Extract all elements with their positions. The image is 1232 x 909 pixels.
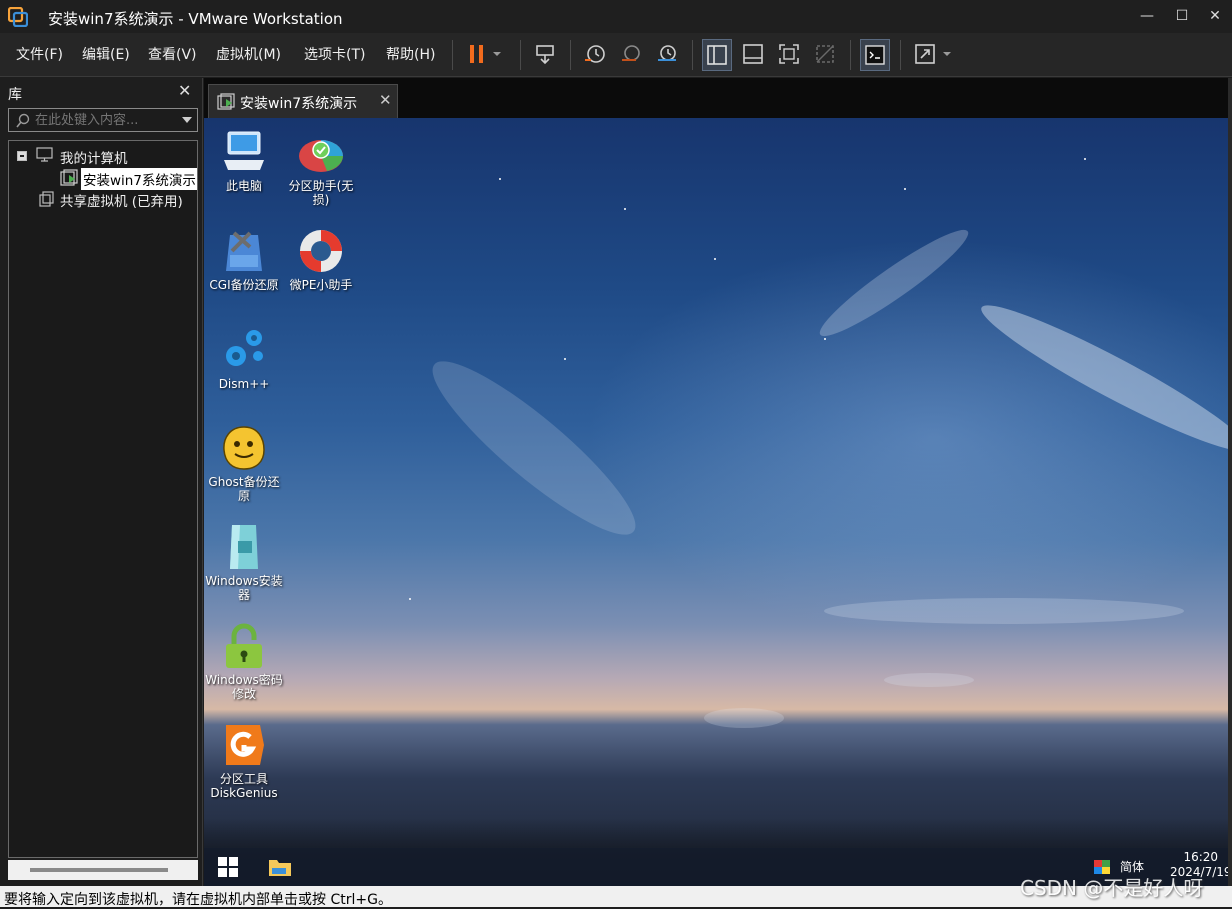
lock-icon bbox=[220, 622, 268, 670]
chevron-down-icon[interactable] bbox=[181, 115, 193, 125]
thumbnail-view-icon[interactable] bbox=[738, 39, 768, 71]
shared-vm-icon bbox=[39, 191, 54, 207]
toolbar-separator bbox=[850, 40, 851, 70]
library-scrollbar[interactable] bbox=[8, 860, 198, 880]
star bbox=[1084, 158, 1086, 160]
menu-view[interactable]: 查看(V) bbox=[148, 44, 197, 64]
library-tree: 我的计算机 安装win7系统演示 共享虚拟机 (已弃用) bbox=[8, 140, 198, 858]
tree-shared-vms[interactable]: 共享虚拟机 (已弃用) bbox=[60, 190, 183, 210]
desktop-icon-dism[interactable]: Dism++ bbox=[204, 326, 284, 391]
menu-vm[interactable]: 虚拟机(M) bbox=[216, 44, 281, 64]
star bbox=[904, 188, 906, 190]
star bbox=[564, 358, 566, 360]
diskgenius-icon bbox=[220, 721, 268, 769]
toolbar-separator bbox=[900, 40, 901, 70]
star bbox=[714, 258, 716, 260]
fullscreen-icon[interactable] bbox=[774, 39, 804, 71]
menu-file[interactable]: 文件(F) bbox=[16, 44, 63, 64]
toolbar-separator bbox=[452, 40, 453, 70]
desktop-icon-windows-installer[interactable]: Windows安装器 bbox=[204, 523, 284, 602]
toolbar-separator bbox=[570, 40, 571, 70]
menu-toolbar: 文件(F) 编辑(E) 查看(V) 虚拟机(M) 选项卡(T) 帮助(H) bbox=[0, 33, 1232, 77]
star bbox=[624, 208, 626, 210]
computer-icon bbox=[220, 128, 268, 176]
sky-glow bbox=[584, 238, 1228, 638]
installer-box-icon bbox=[220, 523, 268, 571]
tree-my-computer[interactable]: 我的计算机 bbox=[60, 147, 128, 167]
search-icon bbox=[16, 113, 30, 128]
menu-tabs[interactable]: 选项卡(T) bbox=[304, 44, 365, 64]
file-explorer-button[interactable] bbox=[268, 856, 292, 882]
snapshot-take-icon[interactable] bbox=[580, 39, 610, 71]
lifebuoy-icon bbox=[297, 227, 345, 275]
desktop-icon-windows-password[interactable]: Windows密码修改 bbox=[204, 622, 284, 701]
tab-close-button[interactable]: ✕ bbox=[379, 91, 392, 109]
vm-icon bbox=[217, 93, 235, 110]
desktop-icon-partition-assistant[interactable]: 分区助手(无损) bbox=[281, 128, 361, 207]
computer-icon bbox=[36, 147, 53, 162]
guest-screen[interactable]: 此电脑 分区助手(无损) CGI备份还原 微PE小助手 Dism++ Ghost… bbox=[204, 118, 1228, 886]
library-panel: 库 ✕ 我的计算机 安装win7系统演示 共享虚拟机 (已弃用) bbox=[0, 78, 203, 886]
star bbox=[824, 338, 826, 340]
cloud bbox=[884, 673, 974, 687]
snapshot-manager-icon[interactable] bbox=[652, 39, 682, 71]
tab-label: 安装win7系统演示 bbox=[240, 96, 358, 112]
dropdown-icon[interactable] bbox=[488, 39, 506, 71]
clock-time: 16:20 bbox=[1183, 850, 1219, 864]
gears-icon bbox=[220, 326, 268, 374]
ghost-icon bbox=[220, 424, 268, 472]
library-title: 库 bbox=[8, 87, 22, 103]
desktop-icon-micro-pe-helper[interactable]: 微PE小助手 bbox=[281, 227, 361, 292]
toolbar-separator bbox=[520, 40, 521, 70]
cloud bbox=[824, 598, 1184, 624]
library-view-icon[interactable] bbox=[702, 39, 732, 71]
search-input[interactable] bbox=[35, 111, 175, 129]
desktop-icon-ghost-backup[interactable]: Ghost备份还原 bbox=[204, 424, 284, 503]
partition-assistant-icon bbox=[297, 128, 345, 176]
snapshot-revert-icon[interactable] bbox=[616, 39, 646, 71]
title-bar: 安装win7系统演示 - VMware Workstation — ☐ ✕ bbox=[0, 0, 1232, 33]
cloud bbox=[704, 708, 784, 728]
window-title: 安装win7系统演示 - VMware Workstation bbox=[48, 10, 343, 28]
library-close-button[interactable]: ✕ bbox=[178, 81, 191, 100]
send-ctrl-alt-del-icon[interactable] bbox=[530, 39, 560, 71]
vmware-logo-icon bbox=[7, 6, 29, 28]
right-edge bbox=[1228, 78, 1232, 886]
tab-vm[interactable]: 安装win7系统演示 ✕ bbox=[208, 84, 398, 118]
maximize-button[interactable]: ☐ bbox=[1165, 4, 1199, 28]
minimize-button[interactable]: — bbox=[1130, 4, 1164, 28]
tab-strip: 安装win7系统演示 ✕ bbox=[204, 78, 1228, 118]
tree-vm-selected[interactable]: 安装win7系统演示 bbox=[81, 168, 197, 190]
dropdown-icon[interactable] bbox=[938, 39, 956, 71]
unity-icon[interactable] bbox=[810, 39, 840, 71]
desktop-icon-this-pc[interactable]: 此电脑 bbox=[204, 128, 284, 193]
star bbox=[409, 598, 411, 600]
desktop-icon-diskgenius[interactable]: 分区工具DiskGenius bbox=[204, 721, 284, 800]
cgi-backup-icon bbox=[220, 227, 268, 275]
status-text: 要将输入定向到该虚拟机，请在虚拟机内部单击或按 Ctrl+G。 bbox=[4, 892, 392, 908]
folder-icon bbox=[269, 860, 291, 876]
console-view-icon[interactable] bbox=[860, 39, 890, 71]
stretch-icon[interactable] bbox=[910, 39, 940, 71]
windows-logo-icon bbox=[218, 857, 238, 877]
watermark: CSDN @不是好人呀 bbox=[1020, 876, 1204, 900]
close-button[interactable]: ✕ bbox=[1198, 4, 1232, 28]
desktop-icon-cgi-backup[interactable]: CGI备份还原 bbox=[204, 227, 284, 292]
library-search[interactable] bbox=[8, 108, 198, 132]
toolbar-separator bbox=[692, 40, 693, 70]
menu-help[interactable]: 帮助(H) bbox=[386, 44, 435, 64]
start-button[interactable] bbox=[218, 857, 238, 881]
vm-icon bbox=[60, 169, 78, 186]
star bbox=[499, 178, 501, 180]
collapse-toggle[interactable] bbox=[17, 151, 27, 161]
menu-edit[interactable]: 编辑(E) bbox=[82, 44, 130, 64]
